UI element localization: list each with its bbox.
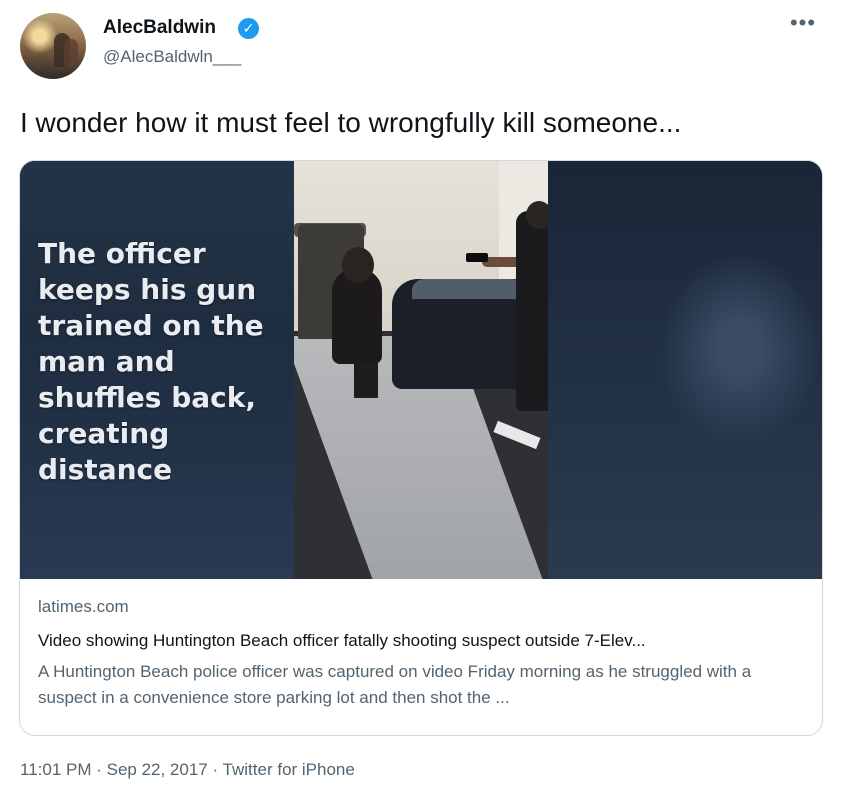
user-handle[interactable]: @AlecBaldwln___: [103, 47, 241, 67]
tweet-timestamp[interactable]: 11:01 PM · Sep 22, 2017 · Twitter for iP…: [20, 760, 355, 780]
avatar-figure-2: [64, 39, 78, 67]
more-horizontal-icon[interactable]: •••: [786, 12, 820, 40]
card-description: A Huntington Beach police officer was ca…: [38, 662, 752, 707]
card-domain: latimes.com: [38, 597, 129, 616]
media-caption-overlay: The officer keeps his gun trained on the…: [38, 237, 264, 486]
card-title[interactable]: Video showing Huntington Beach officer f…: [38, 631, 808, 651]
link-card[interactable]: The officer keeps his gun trained on the…: [19, 160, 823, 736]
media-blur-right: [548, 161, 822, 579]
avatar[interactable]: [20, 13, 86, 79]
display-name[interactable]: AlecBaldwin: [103, 17, 216, 39]
video-still: [294, 161, 548, 579]
verified-badge-icon: ✓: [238, 18, 259, 39]
tweet-text: I wonder how it must feel to wrongfully …: [20, 107, 682, 138]
card-media[interactable]: The officer keeps his gun trained on the…: [20, 161, 822, 579]
